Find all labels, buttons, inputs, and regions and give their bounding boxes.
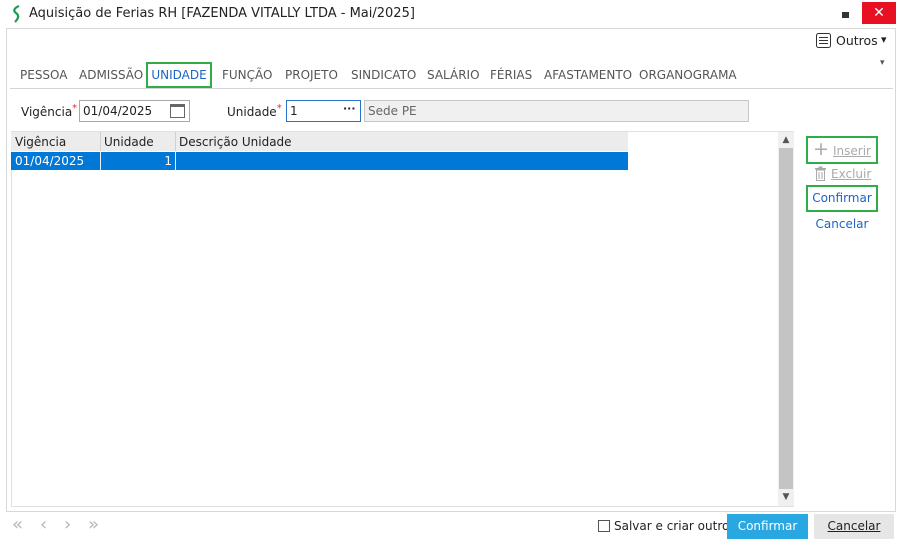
inserir-button[interactable]: + Inserir xyxy=(806,136,878,164)
chevron-down-icon: ▾ xyxy=(881,33,887,46)
lookup-button[interactable]: ··· xyxy=(343,102,356,115)
cell-vigencia: 01/04/2025 xyxy=(15,154,85,168)
tab-funcao[interactable]: FUNÇÃO xyxy=(222,68,272,82)
window-title: Aquisição de Ferias RH [FAZENDA VITALLY … xyxy=(29,6,415,21)
unidade-label: Unidade* xyxy=(227,103,282,119)
tab-projeto[interactable]: PROJETO xyxy=(285,68,338,82)
previous-record-icon[interactable]: ‹ xyxy=(40,514,47,535)
required-mark: * xyxy=(72,103,78,114)
unidade-grid xyxy=(11,131,794,507)
confirmar-side-button[interactable]: Confirmar xyxy=(806,185,878,212)
cancelar-side-button[interactable]: Cancelar xyxy=(806,217,878,231)
excluir-label: Excluir xyxy=(831,167,872,181)
cell-unidade: 1 xyxy=(164,154,172,168)
outros-menu-button[interactable]: Outros ▾ xyxy=(816,33,888,50)
minimize-button[interactable] xyxy=(830,2,860,24)
tab-divider xyxy=(10,88,893,89)
app-logo-icon xyxy=(13,5,20,23)
first-record-icon[interactable]: « xyxy=(12,514,23,535)
tab-pessoa[interactable]: PESSOA xyxy=(20,68,68,82)
plus-icon: + xyxy=(813,138,829,160)
scroll-thumb[interactable] xyxy=(779,148,793,489)
column-divider xyxy=(100,132,101,151)
column-header-vigencia[interactable]: Vigência xyxy=(15,135,66,149)
vigencia-label: Vigência* xyxy=(21,103,78,119)
salvar-criar-checkbox[interactable] xyxy=(598,520,610,532)
tab-admissao[interactable]: ADMISSÃO xyxy=(79,68,143,82)
last-record-icon[interactable]: » xyxy=(88,514,99,535)
close-button[interactable]: ✕ xyxy=(862,2,896,24)
cancelar-button[interactable]: Cancelar xyxy=(814,514,894,539)
salvar-criar-label[interactable]: Salvar e criar outro xyxy=(614,519,729,533)
column-header-descricao[interactable]: Descrição Unidade xyxy=(179,135,292,149)
inserir-label: Inserir xyxy=(833,144,871,158)
required-mark: * xyxy=(276,103,282,114)
column-header-unidade[interactable]: Unidade xyxy=(104,135,154,149)
tab-sindicato[interactable]: SINDICATO xyxy=(351,68,416,82)
scroll-up-icon[interactable]: ▲ xyxy=(778,132,794,148)
row-divider xyxy=(175,152,176,170)
list-icon xyxy=(816,33,831,48)
column-divider xyxy=(175,132,176,151)
tab-unidade[interactable]: UNIDADE xyxy=(146,62,212,88)
calendar-icon[interactable] xyxy=(170,104,185,118)
tab-organograma[interactable]: ORGANOGRAMA xyxy=(639,68,737,82)
row-divider xyxy=(100,152,101,170)
excluir-button[interactable]: Excluir xyxy=(812,165,878,183)
trash-icon xyxy=(815,166,826,181)
next-record-icon[interactable]: › xyxy=(64,514,71,535)
tab-afastamento[interactable]: AFASTAMENTO xyxy=(544,68,632,82)
outros-label: Outros xyxy=(836,33,878,48)
tab-salario[interactable]: SALÁRIO xyxy=(427,68,480,82)
scroll-down-icon[interactable]: ▼ xyxy=(778,489,794,505)
tabs-overflow-icon[interactable]: ▾ xyxy=(880,58,885,68)
tab-ferias[interactable]: FÉRIAS xyxy=(490,68,532,82)
confirmar-button[interactable]: Confirmar xyxy=(727,514,808,539)
unidade-descricao-field: Sede PE xyxy=(364,100,749,122)
